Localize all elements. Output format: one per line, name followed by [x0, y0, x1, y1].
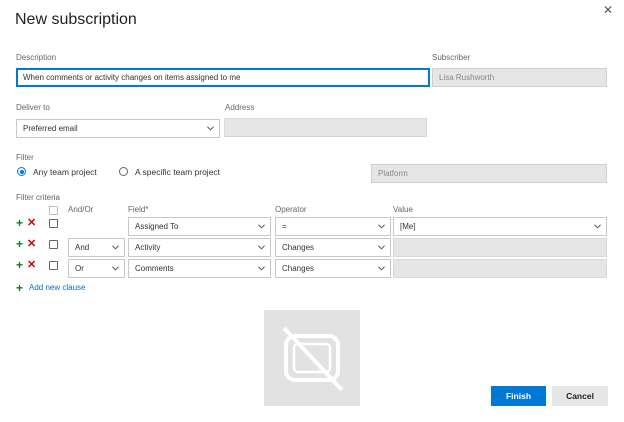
finish-button[interactable]: Finish: [491, 386, 546, 406]
value-field: [393, 259, 607, 278]
specific-project-radio[interactable]: [119, 167, 128, 176]
table-row: + ✕: [16, 238, 44, 252]
description-input[interactable]: When comments or activity changes on ite…: [16, 68, 430, 87]
operator-select[interactable]: Changes: [275, 259, 391, 278]
field-select[interactable]: Assigned To: [128, 217, 271, 236]
operator-column-header: Operator: [275, 205, 307, 214]
row-checkbox[interactable]: [49, 219, 58, 228]
close-icon[interactable]: ✕: [601, 3, 615, 17]
add-clause-icon[interactable]: +: [16, 259, 23, 271]
address-input: [224, 118, 427, 137]
chevron-down-icon: [112, 245, 119, 250]
subscriber-field: Lisa Rushworth: [432, 68, 607, 87]
field-select[interactable]: Activity: [128, 238, 271, 257]
chevron-down-icon: [258, 224, 265, 229]
table-row: + ✕: [16, 259, 44, 273]
filter-criteria-label: Filter criteria: [16, 193, 61, 202]
andor-select[interactable]: And: [68, 238, 125, 257]
operator-select[interactable]: =: [275, 217, 391, 236]
andor-column-header: And/Or: [68, 205, 94, 214]
address-label: Address: [225, 103, 255, 112]
image-unavailable-icon: [282, 326, 344, 392]
row-checkbox[interactable]: [49, 261, 58, 270]
any-project-label[interactable]: Any team project: [33, 167, 97, 177]
filter-label: Filter: [16, 153, 34, 162]
description-label: Description: [16, 53, 57, 62]
chevron-down-icon: [594, 224, 601, 229]
chevron-down-icon: [112, 266, 119, 271]
subscriber-label: Subscriber: [432, 53, 471, 62]
add-clause-icon[interactable]: +: [16, 217, 23, 229]
chevron-down-icon: [258, 266, 265, 271]
deliver-to-value: Preferred email: [23, 124, 78, 133]
chevron-down-icon: [258, 245, 265, 250]
value-field: [393, 238, 607, 257]
field-select[interactable]: Comments: [128, 259, 271, 278]
cancel-button[interactable]: Cancel: [552, 386, 608, 406]
any-project-radio[interactable]: [17, 167, 26, 176]
chevron-down-icon: [378, 266, 385, 271]
deliver-to-select[interactable]: Preferred email: [16, 119, 220, 138]
row-checkbox[interactable]: [49, 240, 58, 249]
operator-select[interactable]: Changes: [275, 238, 391, 257]
chevron-down-icon: [207, 126, 214, 131]
specific-project-label[interactable]: A specific team project: [135, 167, 220, 177]
chevron-down-icon: [378, 224, 385, 229]
add-icon: +: [16, 281, 24, 295]
value-column-header: Value: [393, 205, 413, 214]
add-new-clause-label: Add new clause: [29, 283, 86, 292]
field-column-header: Field*: [128, 205, 149, 214]
chevron-down-icon: [378, 245, 385, 250]
remove-clause-icon[interactable]: ✕: [27, 238, 36, 250]
value-select[interactable]: [Me]: [393, 217, 607, 236]
add-clause-icon[interactable]: +: [16, 238, 23, 250]
no-image-icon: [264, 310, 360, 406]
deliver-to-label: Deliver to: [16, 103, 50, 112]
dialog-title: New subscription: [15, 11, 137, 28]
project-field: Platform: [371, 164, 607, 183]
remove-clause-icon[interactable]: ✕: [27, 217, 36, 229]
table-row: + ✕: [16, 217, 44, 231]
andor-select[interactable]: Or: [68, 259, 125, 278]
select-all-checkbox[interactable]: [49, 206, 58, 215]
remove-clause-icon[interactable]: ✕: [27, 259, 36, 271]
